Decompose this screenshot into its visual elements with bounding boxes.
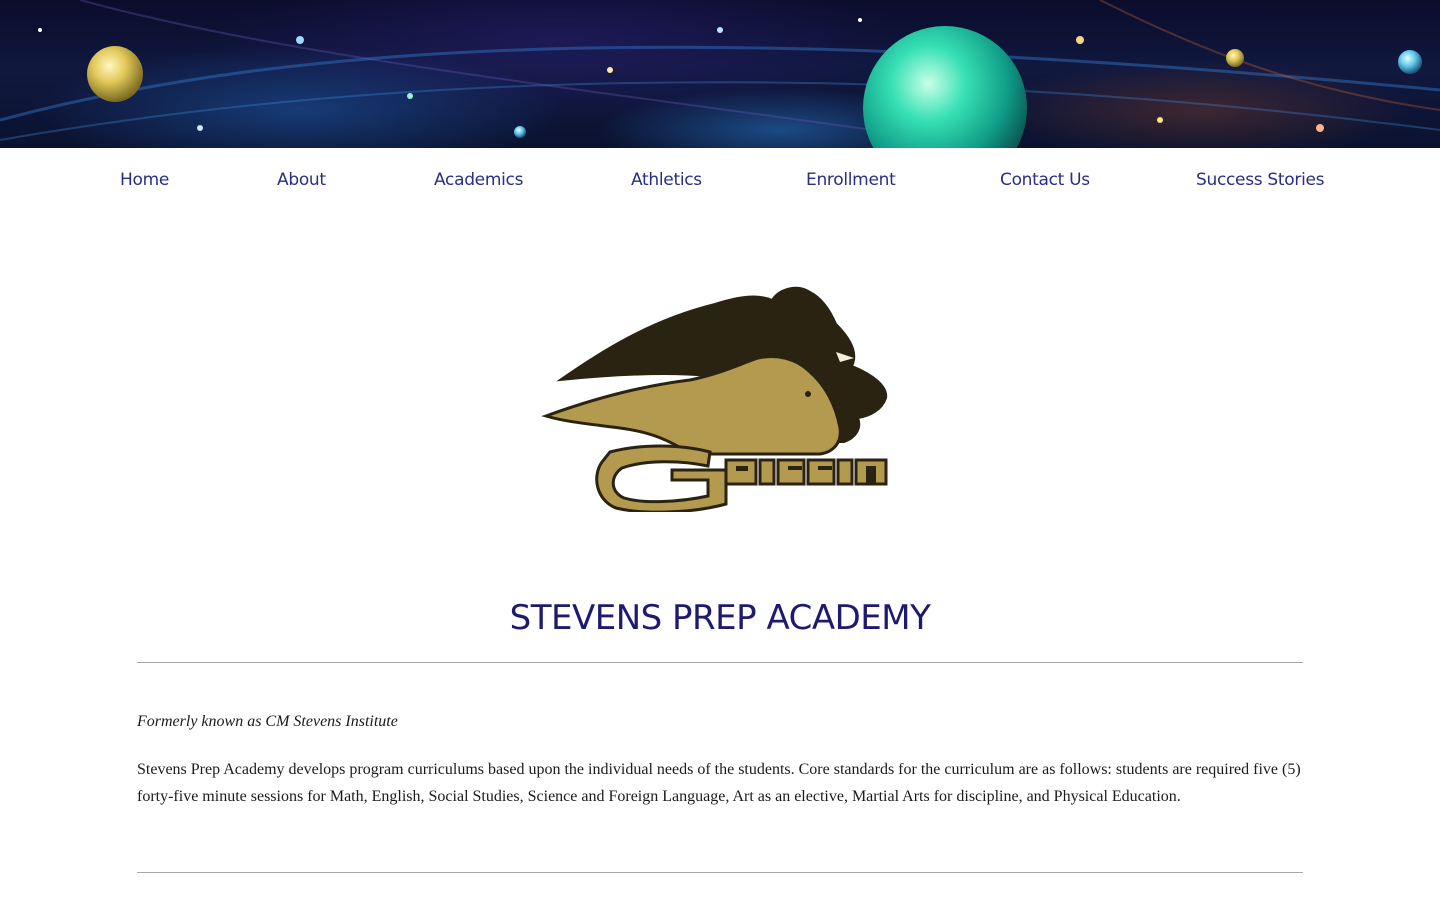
main-navigation: Home About Academics Athletics Enrollmen…	[0, 148, 1440, 214]
title-divider	[137, 662, 1303, 663]
header-banner-image	[0, 0, 1440, 148]
page-title: STEVENS PREP ACADEMY	[509, 598, 931, 638]
space-orbs-illustration	[0, 0, 1440, 148]
formerly-known-as-text: Formerly known as CM Stevens Institute	[137, 713, 398, 730]
curriculum-description: Stevens Prep Academy develops program cu…	[137, 761, 1301, 805]
griffin-pride-logo	[540, 282, 892, 514]
nav-item-contact-us[interactable]: Contact Us	[1000, 170, 1090, 190]
nav-item-home[interactable]: Home	[120, 170, 169, 190]
griffin-mascot-icon	[541, 286, 888, 514]
nav-item-athletics[interactable]: Athletics	[631, 170, 702, 190]
nav-item-about[interactable]: About	[277, 170, 326, 190]
nav-item-enrollment[interactable]: Enrollment	[806, 170, 896, 190]
nav-item-academics[interactable]: Academics	[434, 170, 523, 190]
content-divider	[137, 872, 1303, 873]
nav-item-success-stories[interactable]: Success Stories	[1196, 170, 1325, 190]
